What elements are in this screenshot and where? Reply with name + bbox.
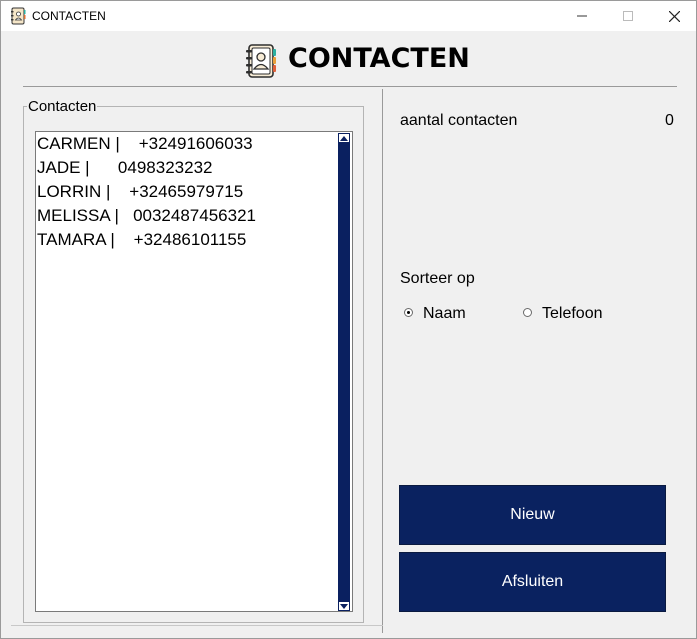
list-item[interactable]: LORRIN | +32465979715 — [36, 180, 352, 204]
contact-count-value: 0 — [665, 112, 674, 129]
header-divider — [23, 86, 677, 87]
window-title: CONTACTEN — [32, 9, 106, 23]
address-book-icon — [11, 7, 26, 25]
radio-dot — [407, 311, 410, 314]
close-button[interactable] — [651, 1, 697, 31]
app-window: CONTACTEN CONTACTEN Contacten CARMEN | +… — [0, 0, 697, 639]
close-icon — [668, 10, 680, 22]
list-item[interactable]: MELISSA | 0032487456321 — [36, 204, 352, 228]
address-book-icon — [246, 44, 276, 78]
maximize-button[interactable] — [605, 1, 651, 31]
contacts-group-legend: Contacten — [28, 98, 97, 115]
arrow-down-icon — [340, 603, 348, 609]
sort-name-label[interactable]: Naam — [423, 305, 466, 323]
minimize-button[interactable] — [559, 1, 605, 31]
contacts-listbox[interactable]: CARMEN | +32491606033 JADE | 0498323232 … — [35, 131, 353, 612]
arrow-up-icon — [340, 135, 348, 141]
page-title: CONTACTEN — [288, 43, 470, 74]
sort-phone-label[interactable]: Telefoon — [542, 305, 603, 323]
lower-divider — [11, 625, 383, 626]
minimize-icon — [577, 15, 587, 17]
maximize-icon — [623, 11, 633, 21]
sort-phone-radio[interactable] — [523, 308, 532, 317]
contact-count-label: aantal contacten — [400, 112, 518, 129]
list-item[interactable]: JADE | 0498323232 — [36, 156, 352, 180]
sort-label: Sorteer op — [400, 270, 475, 287]
close-app-button[interactable]: Afsluiten — [399, 552, 666, 612]
list-item[interactable]: CARMEN | +32491606033 — [36, 132, 352, 156]
new-button[interactable]: Nieuw — [399, 485, 666, 545]
list-item[interactable]: TAMARA | +32486101155 — [36, 228, 352, 252]
vertical-scrollbar[interactable] — [338, 133, 350, 611]
scroll-up-button[interactable] — [338, 133, 350, 143]
sort-name-radio[interactable] — [404, 308, 413, 317]
scroll-down-button[interactable] — [338, 601, 350, 611]
title-bar[interactable]: CONTACTEN — [1, 1, 696, 31]
panel-divider — [382, 89, 383, 633]
